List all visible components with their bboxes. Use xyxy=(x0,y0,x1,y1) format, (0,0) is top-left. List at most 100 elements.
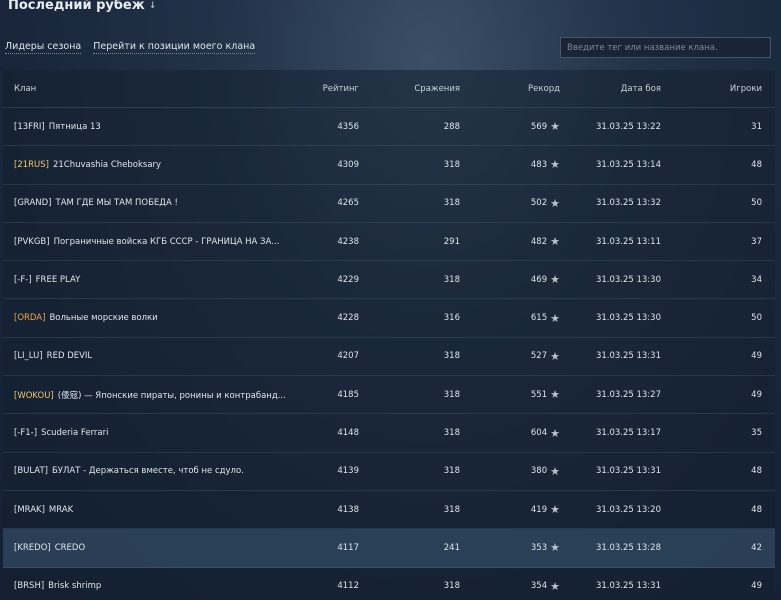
date-cell: 31.03.25 13:11 xyxy=(595,236,661,247)
record-value: 353 xyxy=(530,542,548,553)
clan-tag[interactable]: [13FRI] xyxy=(14,122,45,132)
table-row[interactable]: [WOKOU] (倭寇) — Японские пираты, ронины и … xyxy=(3,376,775,415)
players-cell: 31 xyxy=(751,121,762,132)
clan-name: Scuderia Ferrari xyxy=(41,428,109,439)
table-row[interactable]: [GRAND] ТАМ ГДЕ МЫ ТАМ ПОБЕДА ! 4265 318 502… xyxy=(3,185,775,223)
table-row[interactable]: [MRAK] MRAK 4138 318 419 ★ 31.03.25 13:20 48 xyxy=(3,491,775,530)
players-cell: 49 xyxy=(751,581,762,592)
battles-cell: 318 xyxy=(443,159,460,170)
rating-cell: 4265 xyxy=(337,198,359,209)
clan-tag[interactable]: [ORDA] xyxy=(14,313,45,323)
players-cell: 48 xyxy=(751,466,762,477)
clan-tag[interactable]: [BULAT] xyxy=(14,466,48,476)
clan-tag[interactable]: [21RUS] xyxy=(14,160,49,170)
date-cell: 31.03.25 13:27 xyxy=(595,389,661,400)
table-row[interactable]: [KREDO] CREDO 4117 241 353 ★ 31.03.25 13:28 42 xyxy=(3,529,775,568)
record-cell: 527 ★ xyxy=(460,351,560,362)
rating-cell: 4356 xyxy=(337,121,359,132)
column-header-clan[interactable]: Клан xyxy=(3,84,299,94)
star-icon: ★ xyxy=(550,541,560,555)
record-cell: 569 ★ xyxy=(460,121,560,132)
table-row[interactable]: [PVKGB] Пограничные войска КГБ СССР - ГРА… xyxy=(3,223,775,262)
battles-cell: 318 xyxy=(443,466,460,477)
star-icon: ★ xyxy=(550,235,560,249)
clan-name: Вольные морские волки xyxy=(49,313,158,324)
clan-tag[interactable]: [-F1-] xyxy=(14,428,37,438)
battles-cell: 318 xyxy=(443,198,460,209)
table-row[interactable]: [21RUS] 21Chuvashia Cheboksary 4309 318 483 ★… xyxy=(3,146,775,185)
date-cell: 31.03.25 13:31 xyxy=(595,581,661,592)
clan-tag[interactable]: [BRSH] xyxy=(14,581,44,591)
column-header-players[interactable]: Игроки xyxy=(661,84,762,94)
clan-tag[interactable]: [MRAK] xyxy=(14,505,45,515)
clan-name: RED DEVIL xyxy=(46,351,93,362)
table-body: [13FRI] Пятница 13 4356 288 569 ★ 31.03.25 13:… xyxy=(3,108,775,600)
date-cell: 31.03.25 13:20 xyxy=(595,504,661,515)
record-value: 482 xyxy=(530,236,548,247)
record-cell: 419 ★ xyxy=(460,504,560,515)
clan-tag[interactable]: [WOKOU] xyxy=(14,391,54,401)
column-header-record[interactable]: Рекорд xyxy=(460,84,560,94)
table-row[interactable]: [13FRI] Пятница 13 4356 288 569 ★ 31.03.25 13:… xyxy=(3,108,775,147)
table-row[interactable]: [-F1-] Scuderia Ferrari 4148 318 604 ★ 31.03.2… xyxy=(3,414,775,453)
clan-cell: [-F-] FREE PLAY xyxy=(3,275,299,285)
clan-cell: [BULAT] БУЛАТ - Держаться вместе, чтоб не… xyxy=(3,466,299,476)
record-value: 354 xyxy=(530,581,548,592)
record-cell: 469 ★ xyxy=(460,274,560,285)
battles-cell: 318 xyxy=(443,581,460,592)
rating-cell: 4117 xyxy=(337,542,359,553)
clan-cell: [21RUS] 21Chuvashia Cheboksary xyxy=(3,160,299,170)
table-row[interactable]: [-F-] FREE PLAY 4229 318 469 ★ 31.03.25 13:30 3… xyxy=(3,261,775,300)
battles-cell: 318 xyxy=(443,428,460,439)
clan-name: Пятница 13 xyxy=(48,121,101,132)
clan-cell: [13FRI] Пятница 13 xyxy=(3,122,299,132)
record-value: 483 xyxy=(530,159,548,170)
players-cell: 35 xyxy=(751,428,762,439)
clan-name: FREE PLAY xyxy=(35,274,81,285)
record-value: 419 xyxy=(530,504,548,515)
rating-cell: 4228 xyxy=(337,313,359,324)
clan-ranking-table: Клан Рейтинг Сражения Рекорд Дата боя Иг… xyxy=(3,70,775,600)
date-cell: 31.03.25 13:30 xyxy=(595,274,661,285)
clan-tag[interactable]: [-F-] xyxy=(14,275,32,285)
clan-name: Brisk shrimp xyxy=(48,581,102,592)
table-row[interactable]: [BULAT] БУЛАТ - Держаться вместе, чтоб не… xyxy=(3,453,775,491)
season-title[interactable]: Последний рубеж ↓ xyxy=(8,0,156,13)
goto-my-clan-link[interactable]: Перейти к позиции моего клана xyxy=(93,41,256,54)
star-icon: ★ xyxy=(550,388,560,402)
date-cell: 31.03.25 13:17 xyxy=(595,428,661,439)
season-leaders-link[interactable]: Лидеры сезона xyxy=(5,41,82,54)
nav-links: Лидеры сезона Перейти к позиции моего кл… xyxy=(5,41,256,54)
record-value: 615 xyxy=(530,313,548,324)
column-header-date[interactable]: Дата боя xyxy=(560,84,661,94)
players-cell: 37 xyxy=(751,236,762,247)
record-value: 469 xyxy=(530,274,548,285)
clan-tag[interactable]: [GRAND] xyxy=(14,198,52,208)
table-row[interactable]: [ORDA] Вольные морские волки 4228 316 615 ★ 31… xyxy=(3,299,775,338)
battles-cell: 316 xyxy=(443,313,460,324)
clan-tag[interactable]: [KREDO] xyxy=(14,543,51,553)
clan-search-input[interactable] xyxy=(560,37,771,58)
date-cell: 31.03.25 13:22 xyxy=(595,121,661,132)
record-cell: 482 ★ xyxy=(460,236,560,247)
table-row[interactable]: [LI_LU] RED DEVIL 4207 318 527 ★ 31.03.25 13:3… xyxy=(3,338,775,377)
top-bar: Последний рубеж ↓ xyxy=(0,0,781,30)
rating-cell: 4229 xyxy=(337,274,359,285)
record-value: 502 xyxy=(530,198,548,209)
battles-cell: 318 xyxy=(443,274,460,285)
table-row[interactable]: [BRSH] Brisk shrimp 4112 318 354 ★ 31.03.25 13… xyxy=(3,568,775,600)
date-cell: 31.03.25 13:14 xyxy=(595,159,661,170)
date-cell: 31.03.25 13:31 xyxy=(595,351,661,362)
star-icon: ★ xyxy=(550,311,560,325)
clan-cell: [ORDA] Вольные морские волки xyxy=(3,313,299,323)
clan-tag[interactable]: [PVKGB] xyxy=(14,237,50,247)
battles-cell: 291 xyxy=(443,236,460,247)
rating-cell: 4148 xyxy=(337,428,359,439)
clan-tag[interactable]: [LI_LU] xyxy=(14,351,43,361)
chevron-down-icon[interactable]: ↓ xyxy=(149,1,157,11)
table-header: Клан Рейтинг Сражения Рекорд Дата боя Иг… xyxy=(3,70,775,108)
star-icon: ★ xyxy=(550,579,560,593)
column-header-rating[interactable]: Рейтинг xyxy=(299,84,359,94)
column-header-battles[interactable]: Сражения xyxy=(359,84,460,94)
rating-cell: 4185 xyxy=(337,389,359,400)
